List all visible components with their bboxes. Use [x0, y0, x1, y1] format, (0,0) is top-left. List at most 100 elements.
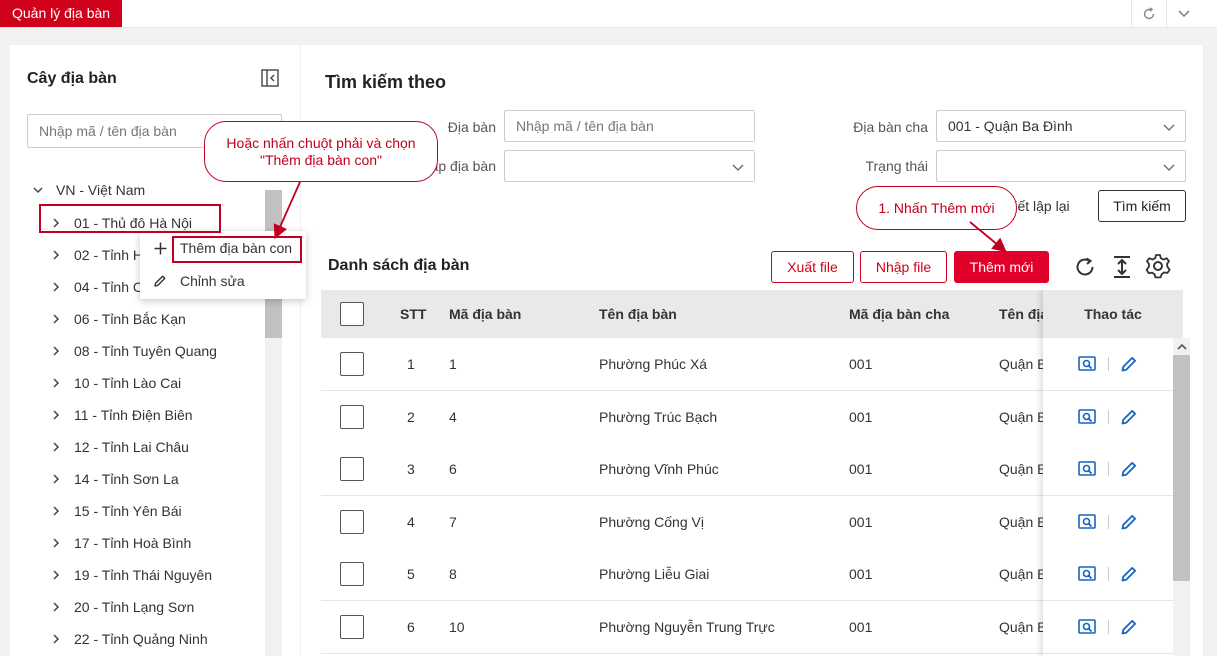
tree-item[interactable]: 08 - Tỉnh Tuyên Quang — [50, 340, 217, 362]
tree-item-label: 20 - Tỉnh Lạng Sơn — [74, 599, 195, 615]
dia-ban-cha-select[interactable]: 001 - Quận Ba Đình — [936, 110, 1186, 142]
chevron-right-icon[interactable] — [50, 601, 62, 613]
pencil-icon — [152, 274, 168, 288]
tree-item[interactable]: 10 - Tỉnh Lào Cai — [50, 372, 181, 394]
chevron-right-icon[interactable] — [50, 281, 62, 293]
import-file-button[interactable]: Nhập file — [860, 251, 947, 283]
tree-item-label: 06 - Tỉnh Bắc Kạn — [74, 311, 186, 327]
view-detail-icon[interactable] — [1078, 514, 1096, 530]
dia-ban-input[interactable] — [504, 110, 755, 142]
row-checkbox[interactable] — [340, 562, 364, 586]
edit-pencil-icon[interactable] — [1120, 408, 1138, 426]
tree-item[interactable]: 17 - Tỉnh Hoà Bình — [50, 532, 191, 554]
action-separator — [1108, 620, 1109, 634]
settings-gear-icon[interactable] — [1145, 253, 1171, 279]
add-new-button[interactable]: Thêm mới — [954, 251, 1049, 283]
action-cell — [1043, 548, 1183, 601]
tree-item-label: 19 - Tỉnh Thái Nguyên — [74, 567, 213, 583]
view-detail-icon[interactable] — [1078, 409, 1096, 425]
edit-pencil-icon[interactable] — [1120, 565, 1138, 583]
tree-item-label: 17 - Tỉnh Hoà Bình — [74, 535, 192, 551]
view-detail-icon[interactable] — [1078, 356, 1096, 372]
edit-pencil-icon[interactable] — [1120, 355, 1138, 373]
chevron-right-icon[interactable] — [50, 313, 62, 325]
table-scrollbar-thumb[interactable] — [1173, 355, 1190, 581]
tree-item[interactable]: 22 - Tỉnh Quảng Ninh — [50, 628, 208, 650]
col-stt[interactable]: STT — [400, 290, 426, 338]
export-file-button[interactable]: Xuất file — [771, 251, 854, 283]
cell-ten-dia-ban-cha: Quận Ba Đình — [999, 566, 1043, 582]
cell-ma-dia-ban: 7 — [449, 514, 457, 530]
cell-ten-dia-ban-cha: Quận Ba Đình — [999, 409, 1043, 425]
col-ten-dia-ban[interactable]: Tên địa bàn — [599, 290, 677, 338]
chevron-right-icon[interactable] — [50, 345, 62, 357]
tree-item[interactable]: 11 - Tỉnh Điện Biên — [50, 404, 193, 426]
trang-thai-select[interactable] — [936, 150, 1186, 182]
col-ma-dia-ban-cha[interactable]: Mã địa bàn cha — [849, 290, 949, 338]
cell-ma-dia-ban: 8 — [449, 566, 457, 582]
chevron-right-icon[interactable] — [50, 537, 62, 549]
chevron-down-icon[interactable] — [1166, 0, 1200, 28]
chevron-right-icon[interactable] — [50, 377, 62, 389]
chevron-right-icon[interactable] — [50, 249, 62, 261]
action-cell — [1043, 496, 1183, 549]
tree-root-node[interactable]: VN - Việt Nam — [32, 180, 145, 200]
edit-pencil-icon[interactable] — [1120, 460, 1138, 478]
chevron-down-icon[interactable] — [32, 184, 44, 196]
edit-pencil-icon[interactable] — [1120, 618, 1138, 636]
tree-item[interactable]: 15 - Tỉnh Yên Bái — [50, 500, 182, 522]
context-menu-edit[interactable]: Chỉnh sửa — [152, 270, 245, 292]
cell-ten-dia-ban-cha: Quận Ba Đình — [999, 619, 1043, 635]
highlight-tree-item — [39, 204, 221, 233]
tree-item-label: 14 - Tỉnh Sơn La — [74, 471, 179, 487]
view-detail-icon[interactable] — [1078, 461, 1096, 477]
chevron-down-icon — [1163, 124, 1175, 131]
list-title: Danh sách địa bàn — [328, 257, 470, 274]
cell-ma-dia-ban-cha: 001 — [849, 514, 873, 530]
cell-ten-dia-ban-cha: Quận Ba Đình — [999, 356, 1043, 372]
collapse-panel-icon[interactable] — [261, 69, 279, 87]
row-height-icon[interactable] — [1109, 254, 1135, 280]
search-button[interactable]: Tìm kiếm — [1098, 190, 1186, 222]
callout-add-new: 1. Nhấn Thêm mới — [856, 186, 1017, 230]
row-checkbox[interactable] — [340, 405, 364, 429]
tree-item[interactable]: 20 - Tỉnh Lạng Sơn — [50, 596, 194, 618]
action-separator — [1108, 462, 1109, 476]
row-checkbox[interactable] — [340, 457, 364, 481]
view-detail-icon[interactable] — [1078, 566, 1096, 582]
chevron-right-icon[interactable] — [50, 409, 62, 421]
refresh-icon[interactable] — [1131, 0, 1165, 28]
chevron-right-icon[interactable] — [50, 441, 62, 453]
cell-ma-dia-ban-cha: 001 — [849, 409, 873, 425]
app-tab[interactable]: Quản lý địa bàn — [0, 0, 123, 27]
cell-ma-dia-ban: 6 — [449, 461, 457, 477]
tree-item[interactable]: 14 - Tỉnh Sơn La — [50, 468, 179, 490]
dia-ban-table: STT Mã địa bàn Tên địa bàn Mã địa bàn ch… — [321, 290, 1183, 656]
chevron-right-icon[interactable] — [50, 569, 62, 581]
tree-item-label: 12 - Tỉnh Lai Châu — [74, 439, 189, 455]
row-checkbox[interactable] — [340, 615, 364, 639]
action-cell — [1043, 391, 1183, 444]
tree-item[interactable]: 12 - Tỉnh Lai Châu — [50, 436, 189, 458]
chevron-right-icon[interactable] — [50, 633, 62, 645]
col-ten-dia-ban-cha[interactable]: Tên địa bàn cha — [999, 290, 1043, 338]
tree-item-label: 10 - Tỉnh Lào Cai — [74, 375, 182, 391]
scroll-up-icon[interactable] — [1173, 338, 1190, 355]
tree-item[interactable]: 19 - Tỉnh Thái Nguyên — [50, 564, 212, 586]
select-all-checkbox[interactable] — [340, 302, 364, 326]
cap-dia-ban-select[interactable] — [504, 150, 755, 182]
chevron-down-icon — [1163, 164, 1175, 171]
row-checkbox[interactable] — [340, 352, 364, 376]
view-detail-icon[interactable] — [1078, 619, 1096, 635]
tree-item-label: 08 - Tỉnh Tuyên Quang — [74, 343, 217, 359]
edit-pencil-icon[interactable] — [1120, 513, 1138, 531]
table-scrollbar[interactable] — [1173, 338, 1190, 656]
cell-stt: 1 — [407, 356, 415, 372]
col-ma-dia-ban[interactable]: Mã địa bàn — [449, 290, 521, 338]
cell-stt: 6 — [407, 619, 415, 635]
tree-item[interactable]: 06 - Tỉnh Bắc Kạn — [50, 308, 186, 330]
chevron-right-icon[interactable] — [50, 473, 62, 485]
reload-icon[interactable] — [1072, 254, 1098, 280]
chevron-right-icon[interactable] — [50, 505, 62, 517]
row-checkbox[interactable] — [340, 510, 364, 534]
